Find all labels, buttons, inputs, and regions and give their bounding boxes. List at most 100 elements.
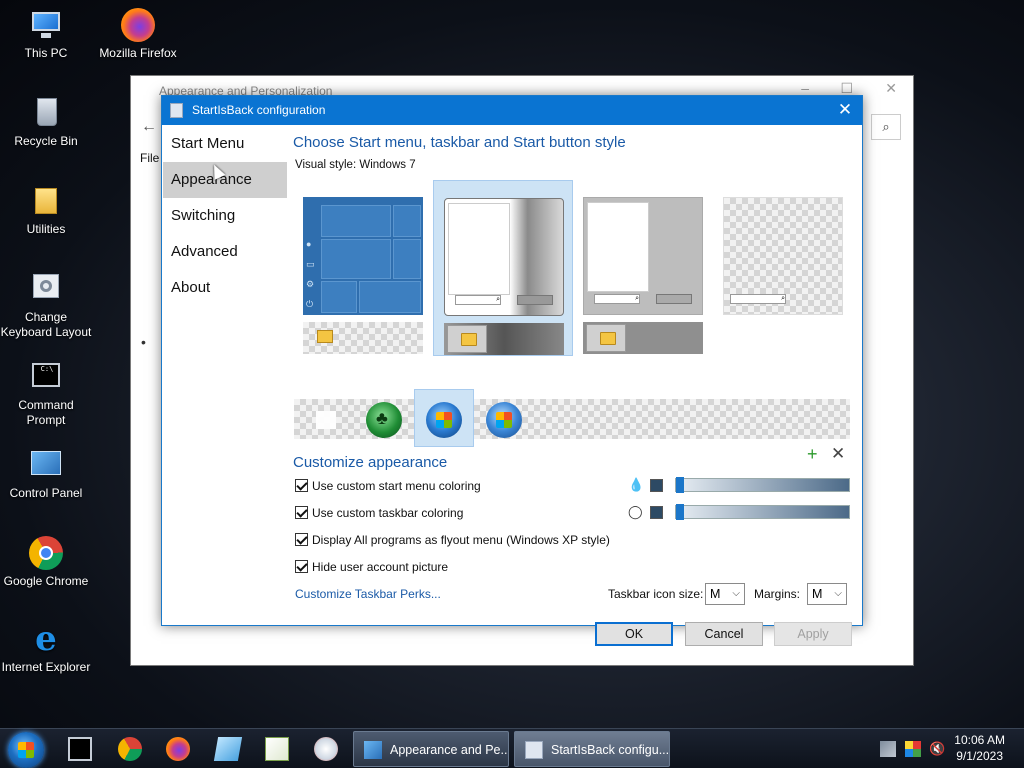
folder-icon xyxy=(317,330,333,343)
nav-start-menu[interactable]: Start Menu xyxy=(163,126,287,162)
gear-icon: ⚙ xyxy=(306,279,315,289)
gear-window-icon xyxy=(29,272,63,306)
dialog-titlebar[interactable]: StartIsBack configuration ✕ xyxy=(162,96,862,125)
cancel-button[interactable]: Cancel xyxy=(685,622,763,646)
search-icon: ⌕ xyxy=(594,294,640,304)
appearance-panel: Choose Start menu, taskbar and Start but… xyxy=(293,126,862,646)
plain-menu-preview: ⌕ xyxy=(583,197,703,315)
remove-icon[interactable]: ✕ xyxy=(831,444,845,464)
firefox-icon[interactable] xyxy=(166,737,190,761)
apply-button[interactable]: Apply xyxy=(774,622,852,646)
desktop-icon-command-prompt[interactable]: C:\ Command Prompt xyxy=(0,360,92,428)
start-menu-color-swatch[interactable] xyxy=(650,479,663,492)
start-button-windows-7[interactable] xyxy=(426,402,462,438)
documents-icon: ▭ xyxy=(306,259,315,269)
windows-logo-icon xyxy=(496,412,512,428)
option-flyout-all-programs[interactable]: Display All programs as flyout menu (Win… xyxy=(295,533,610,549)
close-icon[interactable]: ✕ xyxy=(885,80,897,97)
drop-filled-icon: 💧 xyxy=(628,477,645,492)
settings-nav: Start Menu Appearance Switching Advanced… xyxy=(163,126,287,306)
control-panel-icon xyxy=(364,741,382,759)
desktop-icon-utilities[interactable]: Utilities xyxy=(0,184,92,237)
checkbox[interactable] xyxy=(295,479,308,492)
volume-muted-icon[interactable]: 🔇 xyxy=(929,741,945,757)
startisback-dialog[interactable]: StartIsBack configuration ✕ Start Menu A… xyxy=(161,95,863,646)
taskbar-icon-size-select[interactable]: M ⌵ xyxy=(705,583,745,605)
slider-thumb[interactable] xyxy=(676,504,684,520)
menu-file[interactable]: File xyxy=(140,151,159,165)
checkbox[interactable] xyxy=(295,506,308,519)
add-icon[interactable]: + xyxy=(807,444,818,465)
checkbox[interactable] xyxy=(295,560,308,573)
start-button-clover[interactable]: ♣ xyxy=(366,402,402,438)
style-option-windows-7[interactable]: ⌕ xyxy=(433,180,573,356)
option-label: Use custom taskbar coloring xyxy=(312,506,464,520)
start-button-gallery: ♣ xyxy=(294,389,850,447)
style-option-plain[interactable]: ⌕ xyxy=(573,180,713,356)
arrow-left-icon[interactable]: ← xyxy=(141,118,157,136)
slider-thumb[interactable] xyxy=(676,477,684,493)
taskbar-opacity-slider[interactable] xyxy=(675,504,850,520)
desktop-icon-label: Control Panel xyxy=(9,486,83,500)
folder-icon xyxy=(29,184,63,218)
option-custom-start-menu-coloring[interactable]: Use custom start menu coloring xyxy=(295,479,481,495)
search-icon[interactable]: ⌕ xyxy=(871,114,901,140)
taskbar-window-appearance[interactable]: Appearance and Pe... xyxy=(353,731,509,767)
notepad-icon[interactable] xyxy=(213,737,243,761)
taskbar-window-startisback[interactable]: StartIsBack configu... xyxy=(514,731,670,767)
desktop-icon-internet-explorer[interactable]: e Internet Explorer xyxy=(0,622,92,675)
bullet-icon: • xyxy=(141,334,146,350)
network-icon[interactable] xyxy=(880,741,896,757)
desktop-icon-recycle-bin[interactable]: Recycle Bin xyxy=(0,96,92,149)
option-hide-user-picture[interactable]: Hide user account picture xyxy=(295,560,448,576)
desktop-icon-change-keyboard-layout[interactable]: Change Keyboard Layout xyxy=(0,272,92,340)
desktop-icon-label: Internet Explorer xyxy=(1,660,91,674)
command-prompt-icon[interactable] xyxy=(68,737,92,761)
checkbox[interactable] xyxy=(295,533,308,546)
nav-about[interactable]: About xyxy=(163,270,287,306)
start-button-windows-10[interactable] xyxy=(308,402,344,438)
start-button[interactable] xyxy=(8,732,44,768)
visual-style-value: Windows 7 xyxy=(359,159,416,171)
app-icon xyxy=(525,741,543,759)
chrome-icon[interactable] xyxy=(118,737,142,761)
power-icon: ⏻ xyxy=(306,299,314,309)
margins-select[interactable]: M ⌵ xyxy=(807,583,847,605)
desktop-icon-this-pc[interactable]: This PC xyxy=(0,8,92,61)
taskbar-window-label: Appearance and Pe... xyxy=(390,743,509,757)
internet-explorer-icon: e xyxy=(35,619,57,659)
desktop-icon-label: Google Chrome xyxy=(3,574,89,588)
desktop-icon-control-panel[interactable]: Control Panel xyxy=(0,448,92,501)
drop-outline-icon: ◯ xyxy=(628,504,643,519)
paint-icon[interactable] xyxy=(314,737,338,761)
customize-taskbar-perks-link[interactable]: Customize Taskbar Perks... xyxy=(295,587,441,601)
taskbar-color-swatch[interactable] xyxy=(650,506,663,519)
clock[interactable]: 10:06 AM 9/1/2023 xyxy=(954,732,1005,764)
start-button-windows-vista[interactable] xyxy=(486,402,522,438)
style-option-transparent[interactable]: ⌕ xyxy=(713,180,853,356)
notepad-plus-icon[interactable] xyxy=(265,737,289,761)
windows-7-taskbar-preview xyxy=(444,323,564,355)
display-icon[interactable] xyxy=(905,741,921,757)
search-icon: ⌕ xyxy=(455,295,501,305)
computer-icon xyxy=(29,8,63,42)
nav-appearance[interactable]: Appearance xyxy=(163,162,287,198)
windows-logo-icon xyxy=(436,412,452,428)
control-panel-icon xyxy=(29,448,63,482)
nav-advanced[interactable]: Advanced xyxy=(163,234,287,270)
clock-time: 10:06 AM xyxy=(954,733,1005,747)
desktop-icon-google-chrome[interactable]: Google Chrome xyxy=(0,536,92,589)
minimize-icon[interactable]: – xyxy=(801,80,809,96)
folder-icon xyxy=(600,332,616,345)
desktop-icon-label: Change Keyboard Layout xyxy=(0,310,92,339)
close-button[interactable]: ✕ xyxy=(836,100,854,120)
dialog-title: StartIsBack configuration xyxy=(192,103,326,117)
start-menu-opacity-slider[interactable] xyxy=(675,477,850,493)
option-custom-taskbar-coloring[interactable]: Use custom taskbar coloring xyxy=(295,506,463,522)
ok-button[interactable]: OK xyxy=(595,622,673,646)
desktop-icon-firefox[interactable]: Mozilla Firefox xyxy=(92,8,184,61)
nav-switching[interactable]: Switching xyxy=(163,198,287,234)
style-option-windows-10[interactable]: ● ▭ ⚙ ⏻ xyxy=(293,180,433,356)
option-label: Display All programs as flyout menu (Win… xyxy=(312,533,610,547)
option-label: Use custom start menu coloring xyxy=(312,479,481,493)
